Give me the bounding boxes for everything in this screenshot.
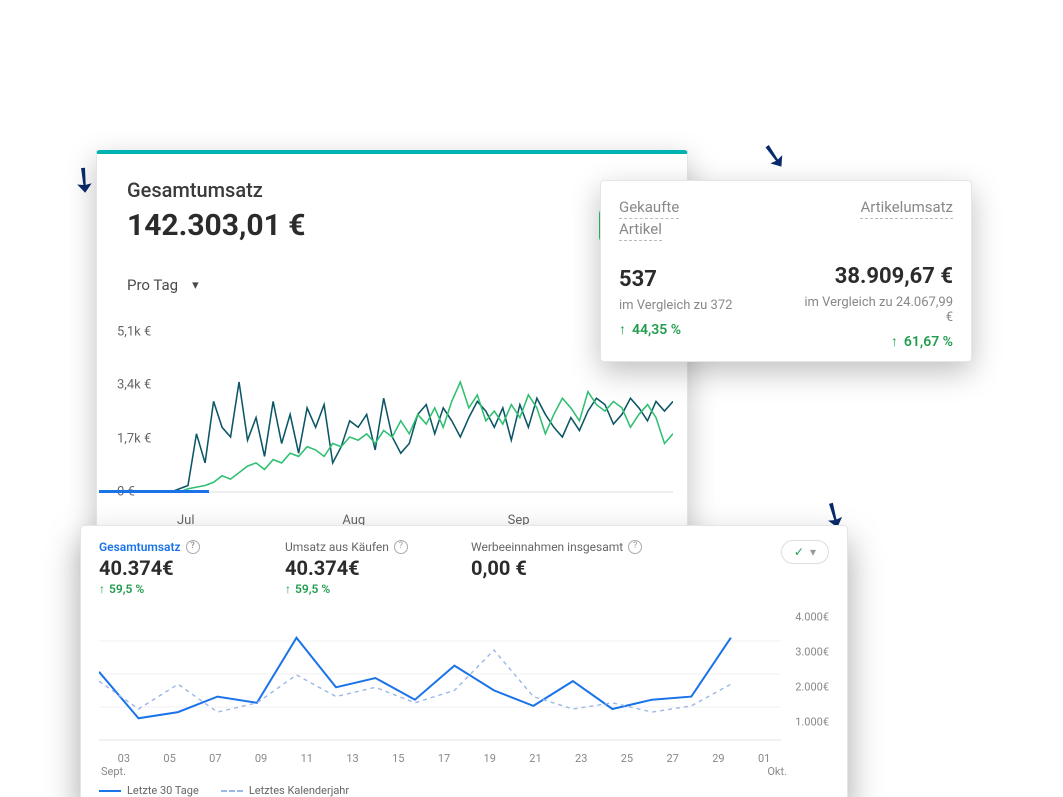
up-arrow-icon: ↑: [99, 582, 105, 596]
y-tick: 5,1k €: [117, 325, 151, 340]
item-revenue-header: Artikelumsatz: [860, 198, 953, 219]
up-arrow-icon: ↑: [891, 334, 898, 350]
help-icon[interactable]: ?: [628, 540, 642, 554]
revenue-line-chart: 5,1k € 3,4k € 1,7k € 0 €: [117, 317, 673, 507]
x-tick: 03: [101, 752, 147, 765]
chevron-down-icon: ▾: [192, 278, 199, 293]
purchased-items-value: 537: [619, 267, 768, 292]
x-tick: 25: [604, 752, 650, 765]
card-title: Gesamtumsatz: [97, 154, 687, 206]
item-revenue-pct: ↑61,67 %: [804, 333, 953, 350]
x-tick: 09: [238, 752, 284, 765]
y-tick: 1,7k €: [117, 431, 151, 446]
items-stats-card: Gekaufte Artikel 537 im Vergleich zu 372…: [600, 180, 972, 362]
x-sub-right: Okt.: [767, 765, 787, 778]
y-tick: 1.000€: [795, 716, 829, 729]
y-tick: 4.000€: [795, 611, 829, 624]
x-tick: 21: [513, 752, 559, 765]
arrow-icon: ➘: [757, 134, 792, 178]
x-tick: 23: [558, 752, 604, 765]
y-tick: 3,4k €: [117, 378, 151, 393]
up-arrow-icon: ↑: [619, 322, 626, 338]
y-tick: 3.000€: [795, 646, 829, 659]
help-icon[interactable]: ?: [186, 540, 200, 554]
total-revenue-amount: 142.303,01 €: [127, 208, 305, 243]
legend-previous: Letztes Kalenderjahr: [221, 784, 349, 797]
metric-1[interactable]: Umsatz aus Käufen ?40.374€↑59,5 %: [285, 540, 435, 596]
x-tick: 11: [284, 752, 330, 765]
purchased-items-header: Gekaufte Artikel: [619, 197, 768, 241]
metric-0[interactable]: Gesamtumsatz ?40.374€↑59,5 %: [99, 540, 249, 596]
x-tick: 27: [650, 752, 696, 765]
recent-revenue-card: Gesamtumsatz ?40.374€↑59,5 % Umsatz aus K…: [80, 525, 848, 797]
item-revenue-value: 38.909,67 €: [804, 264, 953, 289]
up-arrow-icon: ↑: [285, 582, 291, 596]
x-tick: 17: [421, 752, 467, 765]
x-sub-left: Sept.: [101, 765, 126, 778]
chevron-down-icon: ▾: [810, 545, 816, 559]
x-tick: 01: [741, 752, 787, 765]
x-tick: 07: [192, 752, 238, 765]
purchased-items-pct: ↑44,35 %: [619, 321, 768, 338]
x-tick: 05: [147, 752, 193, 765]
item-revenue-compare: im Vergleich zu 24.067,99 €: [804, 295, 953, 325]
purchased-items-compare: im Vergleich zu 372: [619, 298, 768, 313]
granularity-select[interactable]: Pro Tag ▾: [127, 276, 199, 294]
x-tick: 29: [696, 752, 742, 765]
x-tick: 15: [375, 752, 421, 765]
status-pill[interactable]: ✓ ▾: [781, 540, 829, 564]
recent-revenue-chart: 4.000€ 3.000€ 2.000€ 1.000€: [99, 610, 829, 750]
x-tick: 13: [330, 752, 376, 765]
check-icon: ✓: [794, 545, 804, 559]
y-tick: 2.000€: [795, 681, 829, 694]
x-tick: 19: [467, 752, 513, 765]
legend-current: Letzte 30 Tage: [99, 784, 199, 797]
help-icon[interactable]: ?: [394, 540, 408, 554]
metric-2[interactable]: Werbeeinnahmen insgesamt ?0,00 €: [471, 540, 642, 580]
granularity-label: Pro Tag: [127, 276, 178, 294]
